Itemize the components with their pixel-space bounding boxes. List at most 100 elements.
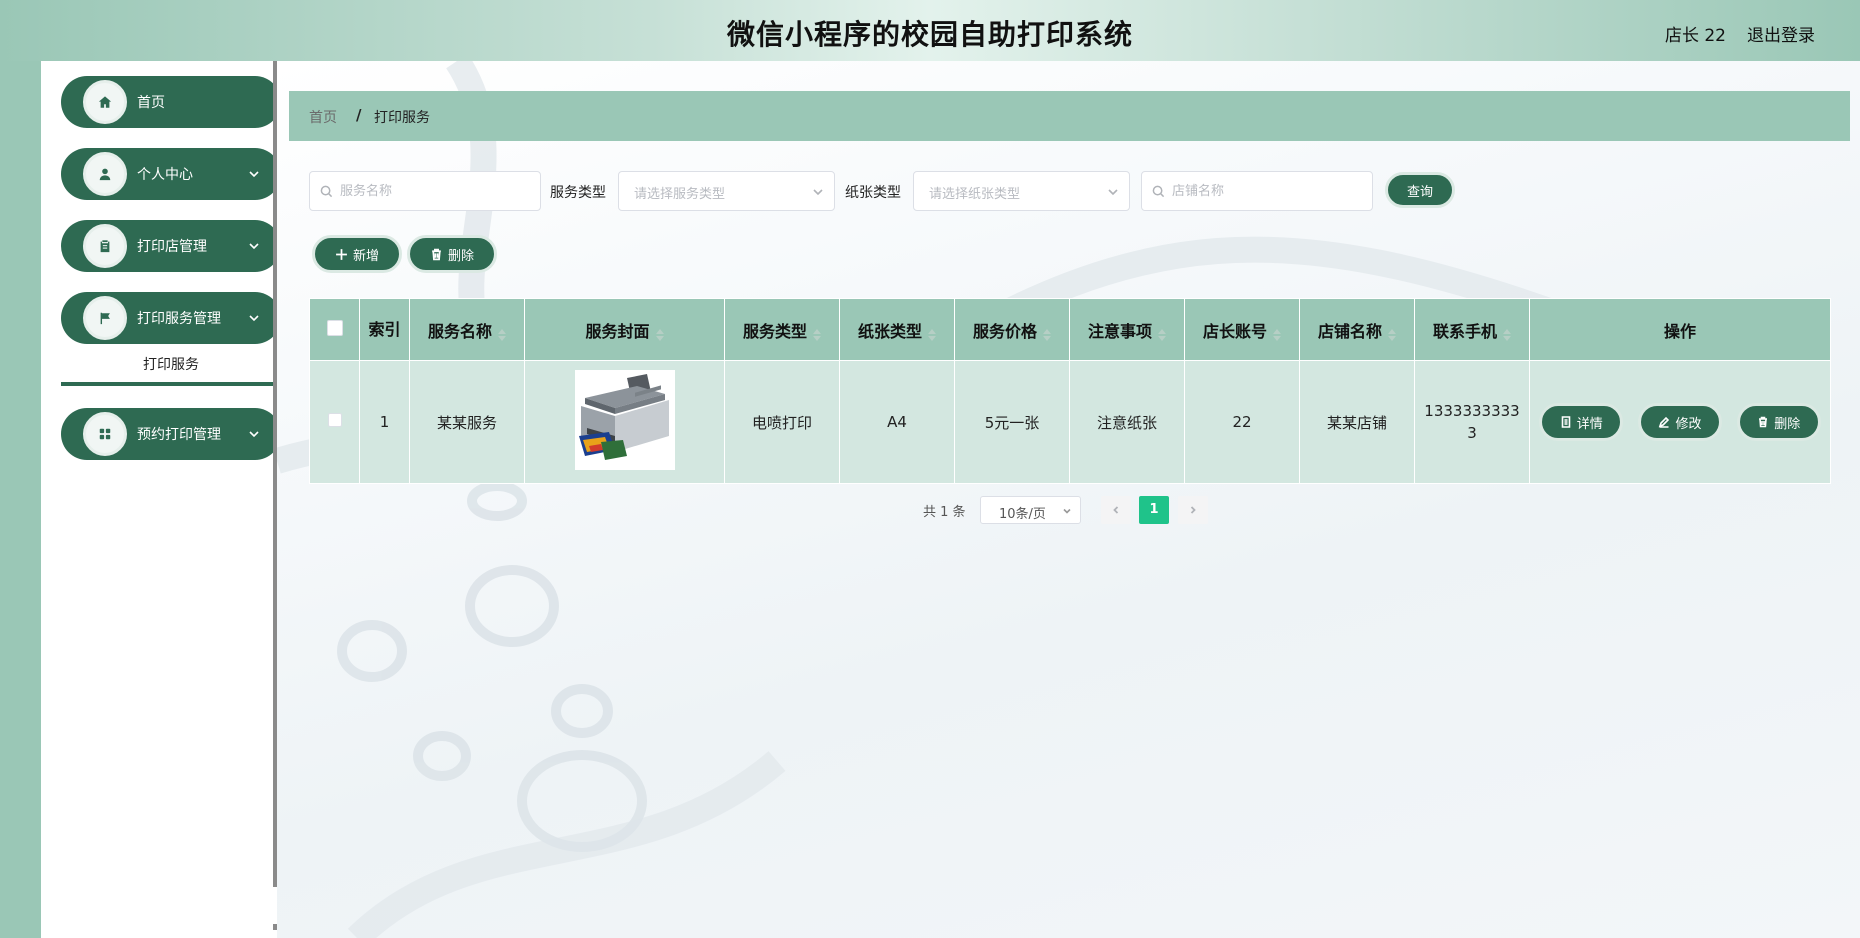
document-icon <box>1561 416 1571 428</box>
column-header-label: 服务类型 <box>742 321 807 341</box>
service-table: 索引 服务名称 服务封面 服务类型 纸张类型 服务价格 注意事项 店长账号 店铺… <box>309 298 1831 484</box>
service-cover-cell <box>524 360 725 484</box>
sidebar-item-label: 打印店管理 <box>137 239 207 255</box>
service-type-select[interactable]: 请选择服务类型 <box>618 171 835 211</box>
current-user: 店长 22 <box>1664 26 1726 46</box>
sidebar-item-label: 打印服务管理 <box>137 311 221 327</box>
sidebar-item-print-shop-management[interactable]: 打印店管理 <box>61 220 281 272</box>
sidebar-item-label: 首页 <box>137 95 165 111</box>
sort-icon[interactable] <box>498 326 506 341</box>
delete-button-label: 删除 <box>447 248 474 264</box>
add-button-label: 新增 <box>352 248 379 264</box>
sort-icon[interactable] <box>1158 326 1166 341</box>
trash-icon <box>1759 416 1768 428</box>
sort-icon[interactable] <box>1273 326 1281 341</box>
sort-icon[interactable] <box>1388 326 1396 341</box>
column-header-label: 店铺名称 <box>1317 321 1382 341</box>
paper-type-cell: A4 <box>839 360 955 484</box>
column-header: 索引 <box>359 298 410 361</box>
column-header-label: 店长账号 <box>1202 321 1267 341</box>
add-button[interactable]: 新增 <box>312 235 402 273</box>
top-header: 微信小程序的校园自助打印系统 店长 22 退出登录 <box>0 0 1860 61</box>
column-header: 操作 <box>1529 298 1831 361</box>
sort-icon[interactable] <box>655 326 664 341</box>
select-all-cell <box>309 298 360 361</box>
column-header[interactable]: 服务名称 <box>409 298 525 361</box>
plus-icon <box>336 248 347 260</box>
select-all-checkbox[interactable] <box>326 319 343 336</box>
row-delete-button[interactable]: 删除 <box>1736 403 1821 441</box>
sidebar-subitem-print-service[interactable]: 打印服务 <box>61 348 281 386</box>
column-header-label: 注意事项 <box>1087 321 1152 341</box>
sidebar-item-personal-center[interactable]: 个人中心 <box>61 148 281 200</box>
trash-icon <box>432 248 441 260</box>
sidebar: 首页 个人中心 打印店管理 打印服务管理 打印服务 预约打印管理 <box>41 61 281 938</box>
main-content: 首页 / 打印服务 服务类型 请选择服务类型 纸张类型 请选择纸张类型 查询 新… <box>277 61 1860 938</box>
prev-page-button[interactable] <box>1101 496 1131 524</box>
notes-cell: 注意纸张 <box>1069 360 1185 484</box>
grid-icon <box>83 412 127 456</box>
column-header[interactable]: 服务价格 <box>954 298 1070 361</box>
row-select-cell <box>309 360 360 484</box>
row-checkbox[interactable] <box>327 413 342 427</box>
page-size-value: 10条/页 <box>999 507 1046 522</box>
left-accent-strip <box>0 61 41 938</box>
edit-button[interactable]: 修改 <box>1638 403 1722 441</box>
service-name-input[interactable] <box>340 180 530 202</box>
chevron-down-icon <box>1063 508 1071 514</box>
column-header-label: 纸张类型 <box>857 321 922 341</box>
query-button-label: 查询 <box>1406 184 1433 200</box>
service-name-search[interactable] <box>309 171 541 211</box>
search-icon <box>320 185 333 198</box>
column-header[interactable]: 服务类型 <box>724 298 840 361</box>
breadcrumb-current: 打印服务 <box>374 110 430 126</box>
breadcrumb: 首页 / 打印服务 <box>289 91 1850 141</box>
operations-cell: 详情 修改 删除 <box>1529 360 1831 484</box>
breadcrumb-separator: / <box>356 106 362 124</box>
sort-icon[interactable] <box>1043 326 1051 341</box>
service-type-placeholder: 请选择服务类型 <box>634 187 726 202</box>
chevron-down-icon <box>247 310 261 324</box>
chevron-down-icon <box>247 238 261 252</box>
price-cell: 5元一张 <box>954 360 1070 484</box>
sidebar-item-home[interactable]: 首页 <box>61 76 281 128</box>
app-title: 微信小程序的校园自助打印系统 <box>726 18 1133 51</box>
sort-icon[interactable] <box>928 326 936 341</box>
column-header-label: 服务名称 <box>427 321 492 341</box>
breadcrumb-home[interactable]: 首页 <box>309 107 337 127</box>
page-size-select[interactable]: 10条/页 <box>980 496 1081 524</box>
table-header-row: 索引 服务名称 服务封面 服务类型 纸张类型 服务价格 注意事项 店长账号 店铺… <box>309 298 1831 361</box>
sidebar-item-print-service-management[interactable]: 打印服务管理 <box>61 292 281 344</box>
shop-name-input[interactable] <box>1172 180 1362 202</box>
detail-button[interactable]: 详情 <box>1539 403 1624 441</box>
sort-icon[interactable] <box>1503 326 1511 341</box>
column-header[interactable]: 服务封面 <box>524 298 725 361</box>
column-header[interactable]: 注意事项 <box>1069 298 1185 361</box>
service-type-label: 服务类型 <box>550 185 606 201</box>
column-header[interactable]: 店铺名称 <box>1299 298 1415 361</box>
sort-icon[interactable] <box>813 326 821 341</box>
column-header[interactable]: 纸张类型 <box>839 298 955 361</box>
column-header-label: 联系手机 <box>1432 321 1497 341</box>
column-header[interactable]: 联系手机 <box>1414 298 1530 361</box>
next-page-button[interactable] <box>1178 496 1208 524</box>
edit-button-label: 修改 <box>1675 416 1702 432</box>
query-button[interactable]: 查询 <box>1385 172 1455 208</box>
column-header[interactable]: 店长账号 <box>1184 298 1300 361</box>
column-header-label: 服务价格 <box>972 321 1037 341</box>
pagination-total: 共 1 条 <box>923 505 966 520</box>
column-header-label: 服务封面 <box>585 321 650 341</box>
edit-icon <box>1659 416 1670 428</box>
sidebar-subitem-label: 打印服务 <box>143 357 199 373</box>
delete-button[interactable]: 删除 <box>407 235 497 273</box>
shop-name-search[interactable] <box>1141 171 1373 211</box>
paper-type-select[interactable]: 请选择纸张类型 <box>913 171 1130 211</box>
row-delete-button-label: 删除 <box>1774 416 1801 432</box>
home-icon <box>83 80 127 124</box>
clipboard-icon <box>83 224 127 268</box>
logout-link[interactable]: 退出登录 <box>1747 21 1815 46</box>
manager-account-cell: 22 <box>1184 360 1300 484</box>
page-number-active[interactable]: 1 <box>1139 496 1169 524</box>
printer-image[interactable] <box>574 370 675 470</box>
sidebar-item-reservation-management[interactable]: 预约打印管理 <box>61 408 281 460</box>
